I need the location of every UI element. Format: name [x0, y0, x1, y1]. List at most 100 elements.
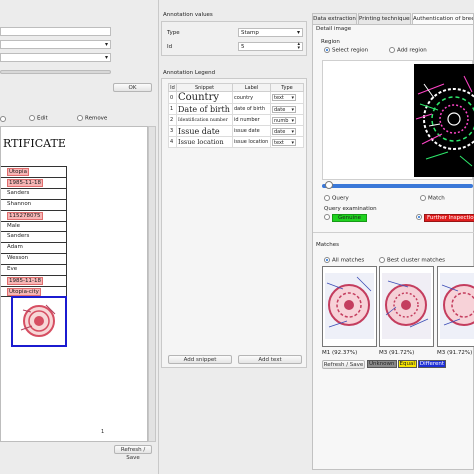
refresh-save-button-left[interactable]: Refresh / Save — [114, 445, 152, 461]
legend-type-select[interactable]: text — [272, 138, 296, 146]
tab-data-extraction[interactable]: Data extraction — [312, 13, 357, 24]
legend-snippet: Country — [176, 91, 233, 104]
further-inspection-badge: Further Inspection — [424, 213, 474, 222]
threshold-slider[interactable] — [322, 181, 473, 189]
legend-row[interactable]: 2 Identification number id number numb — [168, 114, 304, 126]
annotated-value[interactable]: 1985-11-18 — [7, 277, 43, 285]
radio-icon — [324, 214, 330, 220]
add-snippet-button[interactable]: Add snippet — [168, 355, 232, 364]
radio-icon — [416, 214, 422, 220]
filter-select-2[interactable]: ▾ — [0, 53, 111, 62]
select-region-option[interactable]: Select region — [324, 47, 368, 54]
annotated-value[interactable]: 115278075 — [7, 211, 43, 220]
legend-snippet: Issue date — [176, 125, 233, 137]
chevron-down-icon: ▾ — [296, 29, 300, 36]
annotated-value[interactable]: 1985-11-18 — [7, 178, 43, 187]
match-caption-3: M3 (91.72%) — [437, 350, 473, 356]
status-legend-item: Different — [417, 360, 447, 368]
legend-type-select[interactable]: numb — [272, 116, 296, 124]
document-value: Eve — [7, 266, 18, 273]
remove-option[interactable]: Remove — [77, 115, 107, 122]
legend-header-type[interactable]: Type — [270, 83, 304, 92]
legend-box: Id Snippet Label Type 0 Country country tex… — [161, 78, 307, 368]
tab-printing-techniques[interactable]: Printing techniques — [358, 13, 411, 24]
radio-icon — [379, 257, 385, 263]
refresh-save-button-right[interactable]: Refresh / Save — [322, 360, 365, 369]
detail-image — [414, 64, 474, 177]
annotation-values-box: Type Stamp ▾ Id 5 ▴ ▾ — [161, 21, 307, 56]
query-option[interactable]: Query — [324, 195, 349, 202]
legend-row[interactable]: 4 Issue location issue location text — [168, 136, 304, 148]
chevron-down-icon: ▾ — [104, 41, 108, 48]
legend-type-cell: date — [270, 125, 304, 137]
edit-option[interactable]: Edit — [29, 115, 48, 122]
match-label: Match — [428, 195, 445, 202]
match-thumbnail-3[interactable] — [437, 266, 474, 347]
filter-slider[interactable] — [0, 70, 111, 74]
add-text-button[interactable]: Add text — [238, 355, 302, 364]
legend-row[interactable]: 0 Country country text — [168, 91, 304, 104]
legend-header-snippet[interactable]: Snippet — [176, 83, 233, 92]
legend-title: Annotation Legend — [163, 70, 216, 76]
radio-icon — [0, 116, 6, 122]
best-cluster-option[interactable]: Best cluster matches — [379, 257, 445, 264]
left-panel: ▾ ▾ OK Edit Remove RTIFICATE Utopia 1985-… — [0, 0, 157, 474]
filter-input-1[interactable] — [0, 27, 111, 36]
document-row: Male — [1, 220, 67, 231]
document-row: Utopia — [1, 166, 67, 176]
toolbar: Edit Remove — [0, 114, 157, 125]
select-region-label: Select region — [332, 47, 369, 54]
ok-button[interactable]: OK — [113, 83, 152, 92]
document-viewer[interactable]: RTIFICATE Utopia 1985-11-18 Sanders Shannon… — [0, 126, 148, 442]
annotated-value[interactable]: Utopia — [7, 168, 29, 176]
legend-snippet: Issue location — [176, 136, 233, 148]
radio-icon — [29, 115, 35, 121]
match-caption-2: M3 (91.72%) — [379, 350, 415, 356]
legend-id: 3 — [168, 125, 177, 137]
legend-snippet: Date of birth — [176, 103, 233, 115]
slider-handle[interactable] — [324, 181, 333, 189]
legend-type-select[interactable]: text — [272, 94, 296, 101]
document-value: Sanders — [7, 189, 30, 196]
legend-type-select[interactable]: date — [272, 127, 296, 135]
add-region-option[interactable]: Add region — [389, 47, 427, 54]
stamp-region[interactable] — [11, 296, 67, 347]
document-row: Shannon — [1, 198, 67, 209]
document-row: Sanders — [1, 187, 67, 198]
genuine-option[interactable]: Genuine — [324, 213, 368, 222]
legend-row[interactable]: 3 Issue date issue date date — [168, 125, 304, 137]
detail-image-label: Detail image — [316, 26, 352, 32]
legend-header-label[interactable]: Label — [232, 83, 271, 92]
all-matches-option[interactable]: All matches — [324, 257, 364, 264]
tab-authentication[interactable]: Authentication of breeder — [412, 13, 474, 24]
edit-radio[interactable] — [0, 116, 8, 123]
legend-table-wrap: Id Snippet Label Type 0 Country country tex… — [168, 83, 304, 148]
all-matches-label: All matches — [332, 257, 365, 264]
edit-label: Edit — [37, 115, 48, 122]
region-label: Region — [321, 39, 340, 45]
document-table: Utopia 1985-11-18 Sanders Shannon 115278075 M… — [1, 166, 67, 297]
chevron-down-icon: ▾ — [104, 54, 108, 61]
tab-content: Detail image Region Select region Add re… — [312, 24, 474, 470]
match-thumbnail-2[interactable] — [379, 266, 434, 347]
spin-arrows-icon[interactable]: ▴ ▾ — [297, 42, 300, 51]
legend-header-id[interactable]: Id — [168, 83, 177, 92]
document-value: Sanders — [7, 233, 30, 240]
document-title: RTIFICATE — [3, 137, 66, 150]
match-option[interactable]: Match — [420, 195, 445, 202]
legend-type-select[interactable]: date — [272, 105, 296, 113]
document-value: Male — [7, 222, 21, 229]
type-select[interactable]: Stamp ▾ — [238, 28, 303, 37]
radio-icon — [324, 47, 330, 53]
legend-row[interactable]: 1 Date of birth date of birth date — [168, 103, 304, 115]
match-thumbnail-1[interactable] — [322, 266, 377, 347]
further-inspection-option[interactable]: Further Inspection — [416, 213, 474, 222]
divider — [313, 232, 474, 233]
id-spinbox[interactable]: 5 ▴ ▾ — [238, 42, 303, 51]
document-row: Utopia-city — [1, 285, 67, 296]
annotated-value[interactable]: Utopia-city — [7, 287, 41, 296]
detail-image-frame[interactable] — [322, 60, 474, 180]
filter-select-1[interactable]: ▾ — [0, 40, 111, 49]
doc-scrollbar[interactable] — [148, 126, 156, 442]
document-row: Eve — [1, 264, 67, 274]
